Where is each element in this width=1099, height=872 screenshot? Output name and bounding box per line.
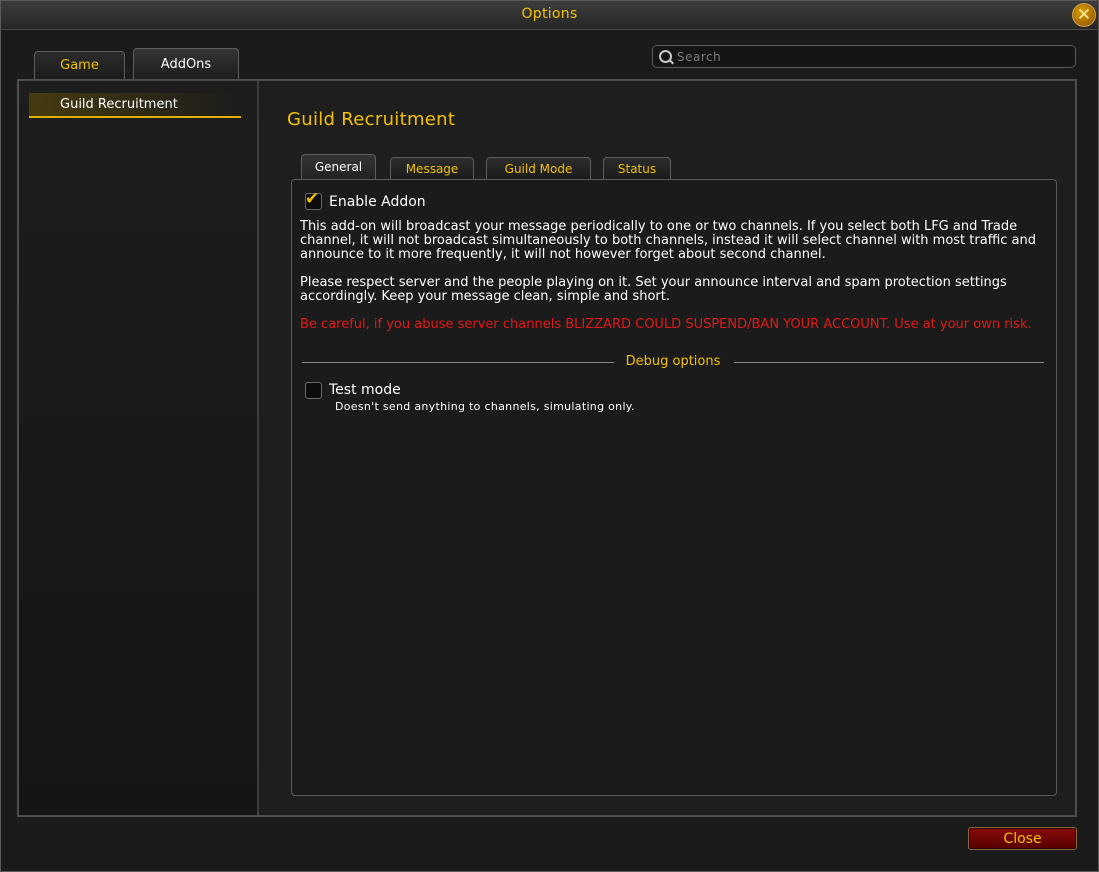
close-button[interactable]: Close	[968, 827, 1077, 850]
tab-game[interactable]: Game	[34, 51, 125, 79]
description-text: This add-on will broadcast your message …	[300, 219, 1036, 262]
close-x-icon[interactable]: ✕	[1072, 3, 1096, 27]
tab-status[interactable]: Status	[603, 157, 671, 179]
tab-general[interactable]: General	[301, 154, 376, 179]
checkmark-icon: ✔	[305, 189, 320, 209]
respect-text: Please respect server and the people pla…	[300, 275, 1007, 304]
title-bar[interactable]: Options ✕	[1, 1, 1098, 30]
addon-sidebar: Guild Recruitment	[19, 81, 259, 815]
warning-text: Be careful, if you abuse server channels…	[300, 317, 1032, 332]
test-mode-hint: Doesn't send anything to channels, simul…	[335, 400, 635, 413]
search-input[interactable]	[677, 48, 1067, 65]
tab-guild-mode[interactable]: Guild Mode	[486, 157, 591, 179]
tab-addons[interactable]: AddOns	[133, 48, 239, 79]
enable-addon-label: Enable Addon	[329, 194, 426, 210]
page-title: Guild Recruitment	[287, 109, 456, 130]
window-title: Options	[521, 6, 578, 22]
test-mode-label: Test mode	[329, 382, 401, 398]
tab-message[interactable]: Message	[390, 157, 474, 179]
addon-content: Guild Recruitment General Message Guild …	[259, 81, 1075, 815]
sidebar-item-label: Guild Recruitment	[60, 97, 178, 112]
general-tab-content: ✔ Enable Addon This add-on will broadcas…	[291, 179, 1057, 796]
enable-addon-checkbox[interactable]: ✔	[305, 189, 322, 210]
search-icon	[659, 50, 672, 63]
sidebar-item-guild-recruitment[interactable]: Guild Recruitment	[29, 93, 241, 118]
debug-options-divider: Debug options	[302, 353, 1044, 371]
search-box[interactable]	[652, 45, 1076, 68]
options-window: Options ✕ Game AddOns Guild Recruitment …	[0, 0, 1099, 872]
options-panel: Guild Recruitment Guild Recruitment Gene…	[17, 79, 1077, 817]
test-mode-checkbox[interactable]	[305, 382, 322, 399]
